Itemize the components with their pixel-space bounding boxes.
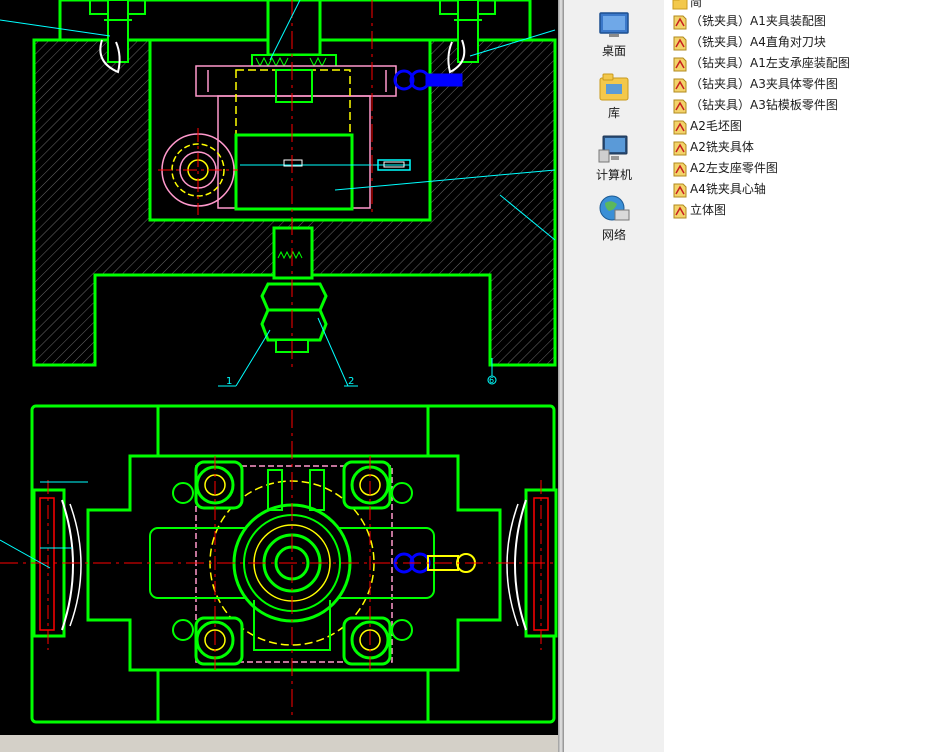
nav-item-desktop[interactable]: 桌面: [564, 10, 664, 59]
plan-view: [0, 404, 558, 724]
nav-item-library[interactable]: 库: [564, 72, 664, 121]
cad-file-icon: [673, 162, 687, 176]
cad-file-icon: [673, 183, 687, 197]
file-list: 简 （铣夹具）A1夹具装配图 （铣夹具）A4直角对刀块 （钻夹具）A1左支承座装…: [664, 0, 932, 752]
computer-icon: [598, 135, 628, 163]
cad-file-icon: [673, 36, 687, 50]
file-name: 简: [690, 0, 703, 9]
folder-icon: [672, 0, 688, 9]
list-item[interactable]: 立体图: [672, 200, 726, 220]
cad-file-icon: [673, 57, 687, 71]
cad-drawing-canvas[interactable]: 1 2 6: [0, 0, 558, 735]
file-name: （铣夹具）A1夹具装配图: [690, 14, 826, 28]
cad-status-bar: [0, 735, 558, 752]
file-name: A2毛坯图: [690, 119, 742, 133]
file-name: A2铣夹具体: [690, 140, 754, 154]
navigation-pane: 桌面 库 计算机 网络: [564, 0, 664, 752]
balloon-label: 2: [348, 376, 354, 387]
list-item[interactable]: A4铣夹具心轴: [672, 179, 766, 199]
cad-file-icon: [673, 78, 687, 92]
desktop-icon: [599, 12, 629, 37]
file-name: （钻夹具）A3钻模板零件图: [690, 98, 838, 112]
file-name: 立体图: [690, 203, 727, 217]
cad-file-icon: [673, 99, 687, 113]
section-view: [0, 0, 557, 387]
file-name: （钻夹具）A3夹具体零件图: [690, 77, 838, 91]
file-name: A2左支座零件图: [690, 161, 778, 175]
cad-file-icon: [673, 141, 687, 155]
cad-file-icon: [673, 120, 687, 134]
cad-file-icon: [673, 15, 687, 29]
list-item[interactable]: （铣夹具）A1夹具装配图: [672, 11, 826, 31]
nav-item-computer[interactable]: 计算机: [564, 134, 664, 183]
file-name: （铣夹具）A4直角对刀块: [690, 35, 826, 49]
file-name: （钻夹具）A1左支承座装配图: [690, 56, 850, 70]
nav-item-label: 计算机: [595, 168, 632, 182]
cad-drawing: 1 2 6: [0, 0, 558, 724]
list-item[interactable]: A2铣夹具体: [672, 137, 754, 157]
network-icon: [599, 195, 630, 221]
list-item[interactable]: A2毛坯图: [672, 116, 742, 136]
nav-item-label: 桌面: [601, 44, 626, 58]
list-item[interactable]: （铣夹具）A4直角对刀块: [672, 32, 826, 52]
library-icon: [599, 73, 629, 101]
nav-item-label: 网络: [601, 228, 626, 242]
list-item[interactable]: （钻夹具）A3钻模板零件图: [672, 95, 838, 115]
nav-item-label: 库: [607, 106, 620, 120]
list-item[interactable]: （钻夹具）A3夹具体零件图: [672, 74, 838, 94]
nav-item-network[interactable]: 网络: [564, 194, 664, 243]
balloon-label: 6: [489, 376, 494, 385]
list-item[interactable]: （钻夹具）A1左支承座装配图: [672, 53, 850, 73]
file-name: A4铣夹具心轴: [690, 182, 766, 196]
list-item[interactable]: A2左支座零件图: [672, 158, 778, 178]
cad-file-icon: [673, 204, 687, 218]
balloon-label: 1: [226, 376, 232, 387]
